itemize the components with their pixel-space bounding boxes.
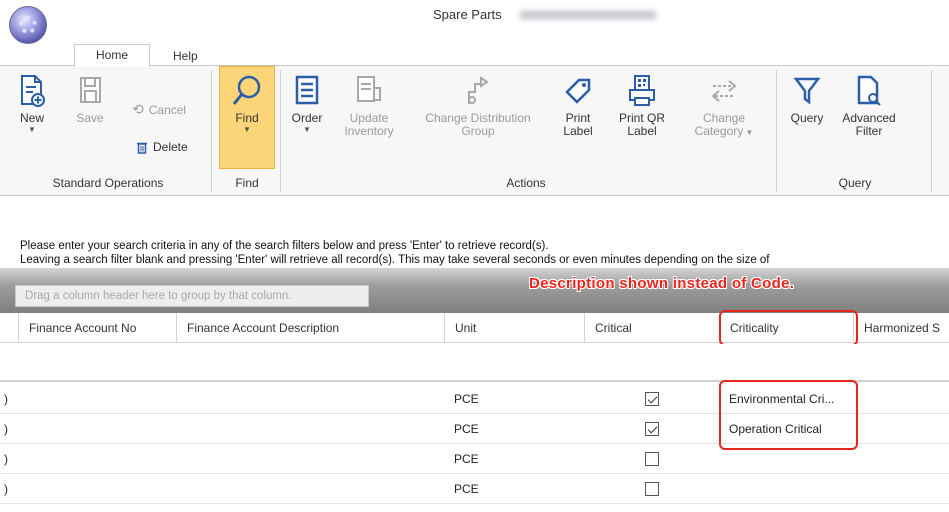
search-instructions: Please enter your search criteria in any… bbox=[0, 196, 949, 268]
query-button[interactable]: Query bbox=[786, 74, 828, 125]
save-button[interactable]: Save bbox=[72, 74, 108, 125]
unit-cell: PCE bbox=[454, 482, 479, 496]
new-label: New bbox=[19, 111, 44, 125]
row-lead-cell: ) bbox=[4, 482, 8, 496]
new-document-icon bbox=[21, 75, 45, 107]
unit-cell: PCE bbox=[454, 392, 479, 406]
data-grid: Drag a column header here to group by th… bbox=[0, 268, 949, 512]
ribbon-divider bbox=[211, 70, 212, 192]
row-lead-cell: ) bbox=[4, 422, 8, 436]
chevron-down-icon: ▼ bbox=[243, 125, 251, 134]
advanced-filter-icon bbox=[857, 75, 881, 106]
critical-checkbox[interactable] bbox=[645, 482, 659, 496]
column-header-unit[interactable]: Unit bbox=[444, 313, 584, 343]
group-label-standard-operations: Standard Operations bbox=[52, 176, 164, 190]
row-lead-cell: ) bbox=[4, 392, 8, 406]
annotation-text: Description shown instead of Code. bbox=[529, 275, 795, 292]
order-label: Order bbox=[291, 111, 323, 125]
save-icon bbox=[80, 77, 101, 103]
annotation-highlight-box bbox=[719, 380, 858, 450]
tab-help[interactable]: Help bbox=[173, 49, 198, 63]
find-button[interactable]: Find ▼ bbox=[219, 74, 275, 135]
search-icon bbox=[232, 75, 261, 105]
query-label: Query bbox=[790, 111, 824, 125]
qr-printer-icon bbox=[629, 75, 655, 106]
group-by-panel[interactable]: Drag a column header here to group by th… bbox=[0, 268, 949, 313]
window-title: Spare Parts bbox=[433, 7, 502, 22]
update-inventory-label-2: Inventory bbox=[344, 124, 394, 138]
advanced-filter-label-2: Filter bbox=[855, 124, 883, 138]
instructions-line-2: Leaving a search filter blank and pressi… bbox=[20, 254, 770, 266]
row-lead-cell: ) bbox=[4, 452, 8, 466]
group-by-hint: Drag a column header here to group by th… bbox=[15, 285, 369, 307]
critical-checkbox[interactable] bbox=[645, 422, 659, 436]
annotation-highlight-box bbox=[719, 310, 858, 346]
critical-checkbox[interactable] bbox=[645, 452, 659, 466]
undo-icon: ⟲ bbox=[132, 101, 144, 117]
ribbon-tabs: Home Help bbox=[0, 38, 949, 67]
column-header-harmonized[interactable]: Harmonized S bbox=[853, 313, 949, 343]
filter-row[interactable] bbox=[0, 344, 949, 382]
chevron-down-icon: ▼ bbox=[303, 125, 311, 134]
cancel-label: Cancel bbox=[148, 102, 187, 117]
group-label-actions: Actions bbox=[506, 176, 546, 190]
column-header-finance-account-description[interactable]: Finance Account Description bbox=[176, 313, 444, 343]
print-qr-label-label-2: Label bbox=[627, 124, 657, 138]
order-button[interactable]: Order ▼ bbox=[287, 74, 327, 135]
ribbon-divider bbox=[931, 70, 932, 192]
change-category-button[interactable]: Change Category ▼ bbox=[692, 74, 756, 139]
update-inventory-button[interactable]: Update Inventory bbox=[339, 74, 399, 138]
app-menu-button[interactable] bbox=[9, 6, 47, 44]
delete-button[interactable]: Delete bbox=[136, 140, 188, 154]
tag-icon bbox=[565, 78, 591, 104]
group-label-query: Query bbox=[838, 176, 872, 190]
chevron-down-icon: ▼ bbox=[28, 125, 36, 134]
tab-home[interactable]: Home bbox=[74, 44, 150, 67]
update-inventory-icon bbox=[357, 76, 381, 102]
unit-cell: PCE bbox=[454, 422, 479, 436]
group-label-find: Find bbox=[235, 176, 259, 190]
change-distribution-group-label-2: Group bbox=[461, 124, 495, 138]
redacted-user-name bbox=[520, 10, 656, 20]
cancel-button[interactable]: ⟲ Cancel bbox=[132, 101, 186, 118]
column-header-finance-account-no[interactable]: Finance Account No bbox=[18, 313, 176, 343]
ribbon-divider bbox=[280, 70, 281, 192]
unit-cell: PCE bbox=[454, 452, 479, 466]
instructions-line-1: Please enter your search criteria in any… bbox=[20, 240, 549, 252]
delete-label: Delete bbox=[153, 140, 188, 154]
ribbon-divider bbox=[776, 70, 777, 192]
filter-funnel-icon bbox=[793, 77, 821, 105]
title-bar: Spare Parts bbox=[0, 0, 949, 44]
distribution-icon bbox=[468, 76, 489, 104]
column-header-critical[interactable]: Critical bbox=[584, 313, 719, 343]
trash-icon bbox=[137, 142, 147, 154]
print-label-label-2: Label bbox=[563, 124, 593, 138]
critical-checkbox[interactable] bbox=[645, 392, 659, 406]
order-list-icon bbox=[295, 75, 319, 105]
find-label: Find bbox=[235, 111, 259, 125]
save-label: Save bbox=[76, 111, 104, 125]
change-category-label-2: Category ▼ bbox=[694, 124, 754, 138]
print-label-button[interactable]: Print Label bbox=[558, 74, 598, 138]
print-qr-label-button[interactable]: Print QR Label bbox=[612, 74, 672, 138]
swap-arrows-icon bbox=[711, 80, 737, 102]
gear-orb-icon bbox=[19, 16, 37, 34]
ribbon: New ▼ Save ⟲ Cancel Delete Standard Oper… bbox=[0, 66, 949, 196]
new-button[interactable]: New ▼ bbox=[12, 74, 52, 135]
advanced-filter-button[interactable]: Advanced Filter bbox=[838, 74, 900, 138]
table-row[interactable]: ) PCE bbox=[0, 474, 949, 504]
change-distribution-group-button[interactable]: Change Distribution Group bbox=[420, 74, 536, 138]
